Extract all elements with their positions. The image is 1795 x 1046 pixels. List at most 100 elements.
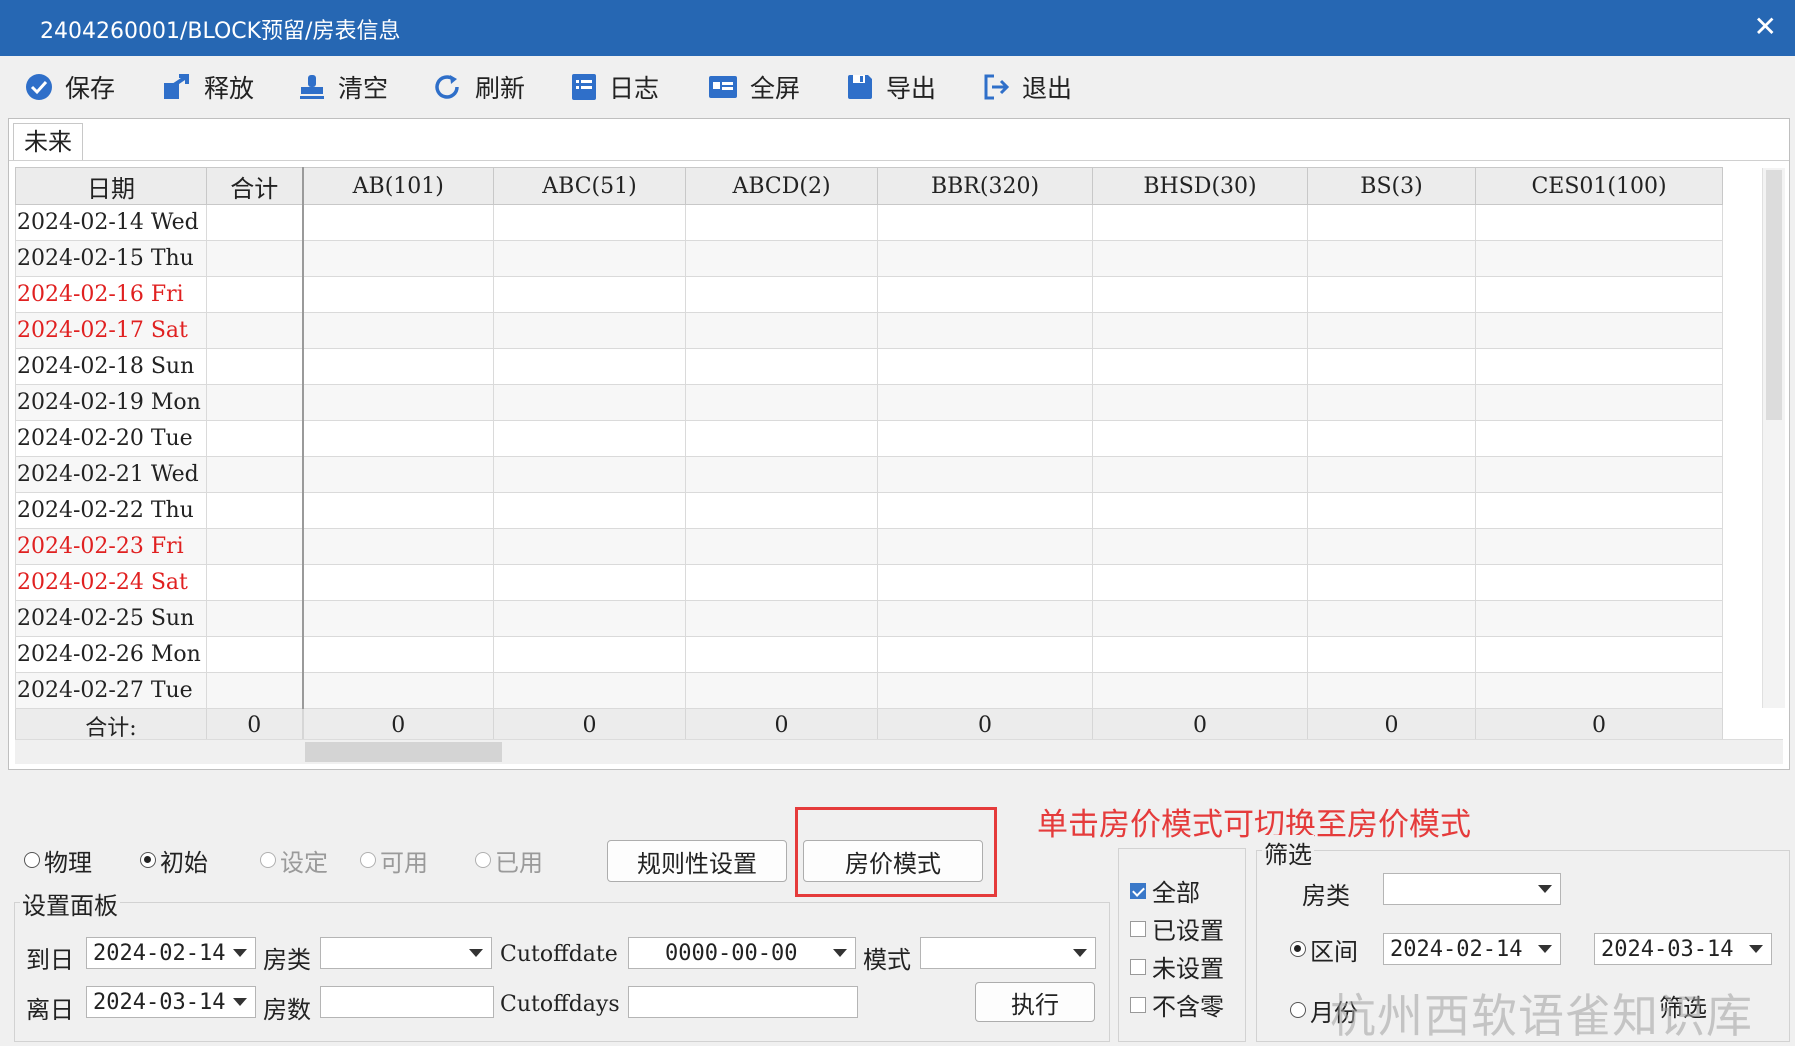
room-count-cell[interactable] bbox=[1475, 348, 1723, 385]
room-count-cell[interactable] bbox=[493, 312, 686, 349]
table-row[interactable]: 2024-02-19 Mon bbox=[15, 384, 1723, 421]
room-count-cell[interactable] bbox=[1092, 636, 1308, 673]
room-count-cell[interactable] bbox=[1092, 564, 1308, 601]
save-button[interactable]: 保存 bbox=[25, 70, 115, 104]
room-count-cell[interactable] bbox=[302, 276, 494, 313]
close-icon[interactable]: ✕ bbox=[1754, 10, 1777, 43]
room-count-cell[interactable] bbox=[493, 528, 686, 565]
table-row[interactable]: 2024-02-22 Thu bbox=[15, 492, 1723, 529]
table-row[interactable]: 2024-02-15 Thu bbox=[15, 240, 1723, 277]
row-total-cell[interactable] bbox=[206, 456, 304, 493]
room-count-cell[interactable] bbox=[1307, 456, 1476, 493]
col-header-roomtype[interactable]: ABC(51) bbox=[493, 167, 686, 205]
table-row[interactable]: 2024-02-17 Sat bbox=[15, 312, 1723, 349]
room-count-cell[interactable] bbox=[877, 420, 1093, 457]
cutoffdate-select[interactable]: 0000-00-00 bbox=[628, 937, 856, 969]
room-count-cell[interactable] bbox=[493, 492, 686, 529]
room-count-cell[interactable] bbox=[493, 564, 686, 601]
log-button[interactable]: 日志 bbox=[571, 70, 659, 104]
row-total-cell[interactable] bbox=[206, 600, 304, 637]
room-count-cell[interactable] bbox=[685, 348, 878, 385]
room-count-cell[interactable] bbox=[302, 528, 494, 565]
filter-roomtype-select[interactable] bbox=[1383, 873, 1561, 905]
room-count-cell[interactable] bbox=[493, 420, 686, 457]
room-count-cell[interactable] bbox=[685, 600, 878, 637]
room-count-cell[interactable] bbox=[685, 276, 878, 313]
room-count-cell[interactable] bbox=[1092, 456, 1308, 493]
row-total-cell[interactable] bbox=[206, 348, 304, 385]
room-count-cell[interactable] bbox=[1307, 420, 1476, 457]
range-to-select[interactable]: 2024-03-14 bbox=[1594, 933, 1772, 965]
release-button[interactable]: 释放 bbox=[162, 70, 254, 104]
room-count-cell[interactable] bbox=[493, 384, 686, 421]
room-count-cell[interactable] bbox=[877, 312, 1093, 349]
col-header-roomtype[interactable]: BHSD(30) bbox=[1092, 167, 1308, 205]
room-count-cell[interactable] bbox=[1092, 600, 1308, 637]
tab-future[interactable]: 未来 bbox=[13, 123, 83, 161]
table-row[interactable]: 2024-02-18 Sun bbox=[15, 348, 1723, 385]
chevron-down-icon[interactable] bbox=[1073, 949, 1087, 957]
fullscreen-button[interactable]: 全屏 bbox=[708, 70, 800, 104]
arrive-date-select[interactable]: 2024-02-14 bbox=[86, 937, 256, 969]
col-header-roomtype[interactable]: AB(101) bbox=[302, 167, 494, 205]
roomtype-select[interactable] bbox=[320, 937, 492, 969]
table-row[interactable]: 2024-02-21 Wed bbox=[15, 456, 1723, 493]
room-count-cell[interactable] bbox=[685, 564, 878, 601]
check-set[interactable]: 已设置 bbox=[1130, 911, 1224, 946]
chevron-down-icon[interactable] bbox=[233, 949, 247, 957]
room-count-cell[interactable] bbox=[877, 528, 1093, 565]
room-count-cell[interactable] bbox=[493, 672, 686, 709]
mode-physical[interactable]: 物理 bbox=[24, 845, 92, 877]
room-count-cell[interactable] bbox=[1475, 600, 1723, 637]
room-count-cell[interactable] bbox=[1307, 384, 1476, 421]
room-count-cell[interactable] bbox=[493, 204, 686, 241]
room-count-cell[interactable] bbox=[1307, 312, 1476, 349]
room-count-cell[interactable] bbox=[877, 672, 1093, 709]
col-header-roomtype[interactable]: BBR(320) bbox=[877, 167, 1093, 205]
cutoffdays-input[interactable] bbox=[628, 986, 858, 1018]
table-row[interactable]: 2024-02-16 Fri bbox=[15, 276, 1723, 313]
roomcount-input[interactable] bbox=[320, 986, 494, 1018]
depart-date-select[interactable]: 2024-03-14 bbox=[86, 986, 256, 1018]
col-header-total[interactable]: 合计 bbox=[206, 167, 304, 205]
room-count-cell[interactable] bbox=[1475, 528, 1723, 565]
radio-icon[interactable] bbox=[24, 852, 40, 868]
room-count-cell[interactable] bbox=[1307, 204, 1476, 241]
room-count-cell[interactable] bbox=[302, 456, 494, 493]
room-count-cell[interactable] bbox=[302, 348, 494, 385]
checkbox-icon[interactable] bbox=[1130, 958, 1146, 975]
room-count-cell[interactable] bbox=[685, 456, 878, 493]
room-count-cell[interactable] bbox=[1475, 564, 1723, 601]
room-count-cell[interactable] bbox=[1092, 384, 1308, 421]
room-count-cell[interactable] bbox=[1092, 312, 1308, 349]
room-count-cell[interactable] bbox=[302, 384, 494, 421]
room-count-cell[interactable] bbox=[1307, 600, 1476, 637]
clear-button[interactable]: 清空 bbox=[298, 70, 388, 104]
row-total-cell[interactable] bbox=[206, 672, 304, 709]
room-count-cell[interactable] bbox=[685, 636, 878, 673]
room-count-cell[interactable] bbox=[877, 276, 1093, 313]
room-count-cell[interactable] bbox=[1307, 636, 1476, 673]
room-count-cell[interactable] bbox=[1475, 636, 1723, 673]
row-total-cell[interactable] bbox=[206, 636, 304, 673]
filter-range-radio[interactable]: 区间 bbox=[1290, 934, 1358, 966]
room-count-cell[interactable] bbox=[302, 312, 494, 349]
room-count-cell[interactable] bbox=[685, 384, 878, 421]
room-count-cell[interactable] bbox=[302, 204, 494, 241]
horizontal-scroll-thumb[interactable] bbox=[305, 742, 502, 762]
chevron-down-icon[interactable] bbox=[469, 949, 483, 957]
horizontal-scrollbar[interactable] bbox=[15, 739, 1783, 764]
room-count-cell[interactable] bbox=[1092, 240, 1308, 277]
col-header-roomtype[interactable]: BS(3) bbox=[1307, 167, 1476, 205]
chevron-down-icon[interactable] bbox=[1538, 885, 1552, 893]
table-row[interactable]: 2024-02-25 Sun bbox=[15, 600, 1723, 637]
room-count-cell[interactable] bbox=[1092, 204, 1308, 241]
room-count-cell[interactable] bbox=[302, 600, 494, 637]
room-count-cell[interactable] bbox=[685, 528, 878, 565]
rules-button[interactable]: 规则性设置 bbox=[607, 840, 787, 882]
chevron-down-icon[interactable] bbox=[233, 998, 247, 1006]
room-count-cell[interactable] bbox=[1475, 456, 1723, 493]
row-total-cell[interactable] bbox=[206, 384, 304, 421]
row-total-cell[interactable] bbox=[206, 276, 304, 313]
room-count-cell[interactable] bbox=[493, 240, 686, 277]
